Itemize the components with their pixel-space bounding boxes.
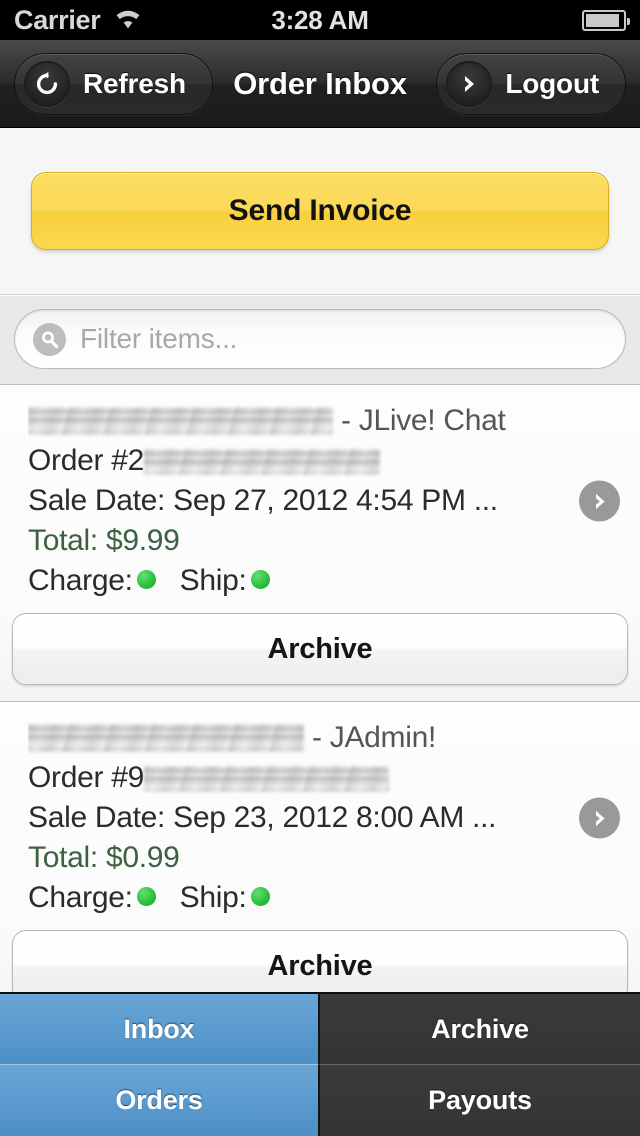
total-value: $0.99 (105, 841, 180, 874)
tab-bar: Inbox Archive Orders Payouts (0, 992, 640, 1136)
order-number-prefix: 2 (127, 444, 145, 477)
logout-button-label: Logout (505, 67, 599, 99)
ship-label: Ship: (179, 564, 247, 597)
redacted-buyer-name (28, 724, 304, 752)
order-sale-date-line: Sale Date: Sep 23, 2012 8:00 AM ... (28, 798, 612, 838)
tab-payouts[interactable]: Payouts (320, 1065, 640, 1136)
chevron-right-icon (446, 60, 493, 107)
redacted-order-number (144, 449, 380, 475)
order-sale-date-line: Sale Date: Sep 27, 2012 4:54 PM ... (28, 481, 612, 521)
ship-label: Ship: (179, 881, 247, 914)
order-number-line: Order #9 (28, 758, 612, 798)
redacted-buyer-name (28, 407, 333, 435)
status-bar-right (582, 9, 630, 31)
status-bar: Carrier 3:28 AM (0, 0, 640, 40)
order-product-suffix: - JLive! Chat (333, 404, 506, 437)
order-status-line: Charge: Ship: (28, 561, 612, 601)
order-buyer-line: - JLive! Chat (28, 401, 612, 441)
order-details: - JAdmin! Order #9 Sale Date: Sep 23, 20… (0, 718, 640, 918)
charge-status-badge (136, 887, 156, 906)
sale-date-value: Sep 27, 2012 4:54 PM ... (173, 484, 498, 517)
ship-status-badge (250, 887, 270, 906)
search-field-wrapper[interactable] (14, 309, 626, 369)
refresh-button[interactable]: Refresh (14, 52, 213, 115)
sale-date-label: Sale Date: (28, 801, 174, 834)
app-screen: Carrier 3:28 AM Refresh Order Inbox Logo… (0, 0, 640, 1136)
total-value: $9.99 (105, 524, 180, 557)
charge-status-badge (136, 570, 156, 589)
sale-date-value: Sep 23, 2012 8:00 AM ... (173, 801, 497, 834)
order-product-suffix: - JAdmin! (304, 721, 437, 754)
tab-archive[interactable]: Archive (320, 994, 640, 1065)
chevron-right-icon[interactable] (579, 480, 620, 522)
order-list: - JLive! Chat Order #2 Sale Date: Sep 27… (0, 385, 640, 1019)
order-status-line: Charge: Ship: (28, 878, 612, 918)
order-number-prefix: 9 (127, 761, 145, 794)
archive-button[interactable]: Archive (12, 613, 628, 685)
order-number-label: Order # (28, 444, 128, 477)
order-list-item[interactable]: - JLive! Chat Order #2 Sale Date: Sep 27… (0, 385, 640, 702)
tab-inbox[interactable]: Inbox (0, 994, 320, 1065)
order-list-item[interactable]: - JAdmin! Order #9 Sale Date: Sep 23, 20… (0, 702, 640, 1019)
refresh-button-label: Refresh (83, 67, 186, 99)
total-label: Total: (28, 524, 106, 557)
search-icon (33, 322, 66, 356)
logout-button[interactable]: Logout (436, 52, 626, 115)
battery-fill (586, 13, 620, 27)
invoice-action-zone: Send Invoice (0, 128, 640, 295)
order-details: - JLive! Chat Order #2 Sale Date: Sep 27… (0, 401, 640, 601)
ship-status-badge (250, 570, 270, 589)
nav-bar: Refresh Order Inbox Logout (0, 40, 640, 128)
total-label: Total: (28, 841, 106, 874)
filter-bar (0, 295, 640, 385)
chevron-right-icon[interactable] (579, 797, 620, 839)
battery-icon (582, 9, 630, 31)
redacted-order-number (144, 766, 389, 792)
tab-orders[interactable]: Orders (0, 1065, 320, 1136)
order-total-line: Total: $9.99 (28, 521, 612, 561)
order-number-line: Order #2 (28, 441, 612, 481)
order-buyer-line: - JAdmin! (28, 718, 612, 758)
search-input[interactable] (80, 323, 607, 355)
order-total-line: Total: $0.99 (28, 838, 612, 878)
charge-label: Charge: (28, 564, 133, 597)
order-number-label: Order # (28, 761, 128, 794)
charge-label: Charge: (28, 881, 133, 914)
sale-date-label: Sale Date: (28, 484, 174, 517)
refresh-icon (24, 60, 70, 107)
clock-label: 3:28 AM (271, 4, 369, 35)
send-invoice-button[interactable]: Send Invoice (31, 172, 609, 250)
